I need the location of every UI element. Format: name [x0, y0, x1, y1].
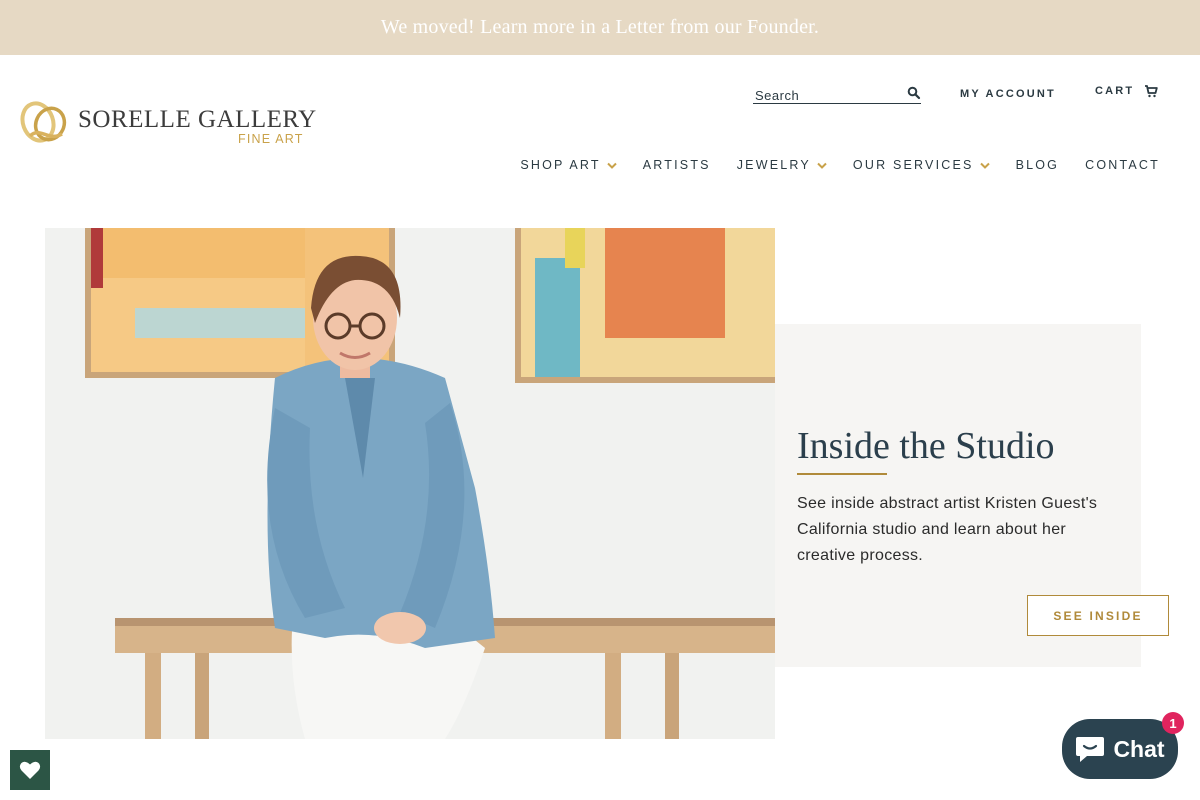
cart-label: CART	[1095, 85, 1135, 97]
chevron-down-icon	[979, 162, 990, 169]
artist-studio-photo	[45, 228, 775, 739]
see-inside-button[interactable]: SEE INSIDE	[1027, 595, 1169, 636]
announcement-link[interactable]: We moved! Learn more in a Letter from ou…	[381, 16, 819, 39]
announcement-bar: We moved! Learn more in a Letter from ou…	[0, 0, 1200, 55]
chat-button[interactable]: Chat	[1062, 719, 1178, 779]
nav-label: SHOP ART	[520, 158, 601, 172]
logo-text: SORELLE GALLERY	[78, 106, 317, 133]
main-nav: SHOP ART ARTISTS JEWELRY OUR SERVICES BL…	[494, 158, 1160, 172]
title-underline	[797, 473, 887, 475]
gallery-logo[interactable]: SORELLE GALLERY FINE ART	[18, 96, 316, 152]
chat-bubble-icon	[1076, 737, 1105, 762]
heart-icon	[19, 761, 41, 779]
cart-icon	[1145, 85, 1159, 98]
chevron-down-icon	[817, 162, 827, 169]
chevron-down-icon	[607, 162, 617, 169]
nav-item-our-services[interactable]: OUR SERVICES	[853, 158, 990, 172]
nav-label: BLOG	[1015, 158, 1060, 172]
chat-label: Chat	[1113, 735, 1165, 762]
search-box	[753, 84, 921, 104]
nav-label: CONTACT	[1085, 158, 1160, 172]
feature-description: See inside abstract artist Kristen Guest…	[797, 495, 1098, 564]
nav-label: JEWELRY	[736, 158, 811, 172]
feature-title: Inside the Studio	[797, 425, 1055, 467]
nav-item-artists[interactable]: ARTISTS	[643, 158, 711, 172]
nav-item-blog[interactable]: BLOG	[1016, 158, 1060, 172]
nav-label: OUR SERVICES	[852, 158, 974, 172]
my-account-link[interactable]: MY ACCOUNT	[960, 88, 1056, 100]
wishlist-button[interactable]	[10, 750, 50, 790]
nav-item-shop-art[interactable]: SHOP ART	[520, 158, 617, 172]
artist-photo-illustration	[45, 228, 775, 739]
nav-item-contact[interactable]: CONTACT	[1085, 158, 1160, 172]
chat-notification-badge: 1	[1162, 712, 1184, 734]
nav-label: ARTISTS	[642, 158, 711, 172]
cart-link[interactable]: CART	[1095, 84, 1159, 98]
logo-subtitle: FINE ART	[238, 132, 304, 146]
search-input[interactable]	[753, 84, 901, 103]
logo-mark-icon	[20, 101, 67, 143]
search-icon[interactable]	[907, 86, 921, 100]
nav-item-jewelry[interactable]: JEWELRY	[737, 158, 827, 172]
